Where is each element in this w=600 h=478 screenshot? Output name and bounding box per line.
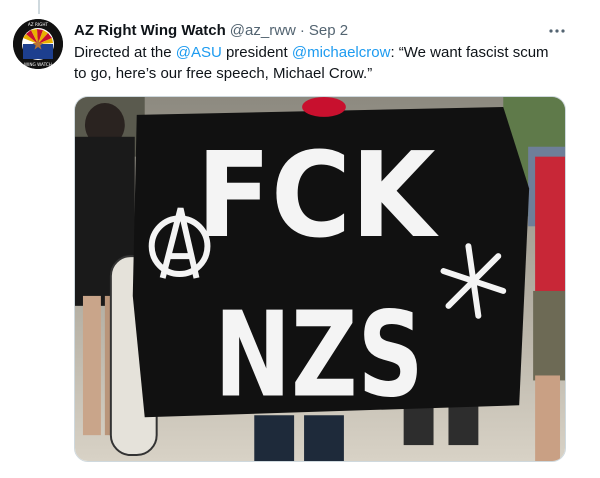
thread-line (38, 0, 40, 14)
header-separator: · (299, 22, 305, 39)
tweet-text-part: president (221, 44, 292, 61)
tweet-text: Directed at the @ASU president @michaelc… (74, 42, 564, 84)
ellipsis-icon (549, 29, 565, 33)
protest-banner-photo: FCK NZS (75, 97, 565, 461)
author-handle[interactable]: @az_rww (230, 21, 296, 41)
tweet-header: AZ Right Wing Watch @az_rww · Sep 2 (74, 21, 566, 41)
tweet-date[interactable]: Sep 2 (309, 21, 348, 41)
mention-asu[interactable]: @ASU (176, 44, 222, 61)
avatar-bottom-text: WING WATCH (24, 62, 52, 67)
banner-line-2: NZS (214, 286, 423, 423)
banner-line-1: FCK (197, 127, 440, 264)
mention-michaelcrow[interactable]: @michaelcrow (292, 44, 391, 61)
avatar-top-text: AZ RIGHT (28, 22, 49, 27)
more-options-button[interactable] (544, 18, 570, 44)
avatar[interactable]: AZ RIGHT WING WATCH (13, 19, 63, 69)
tweet-text-part: Directed at the (74, 44, 176, 61)
author-name[interactable]: AZ Right Wing Watch (74, 21, 226, 41)
tweet-photo[interactable]: FCK NZS (74, 96, 566, 462)
arizona-flag-logo-icon: AZ RIGHT WING WATCH (13, 19, 63, 69)
